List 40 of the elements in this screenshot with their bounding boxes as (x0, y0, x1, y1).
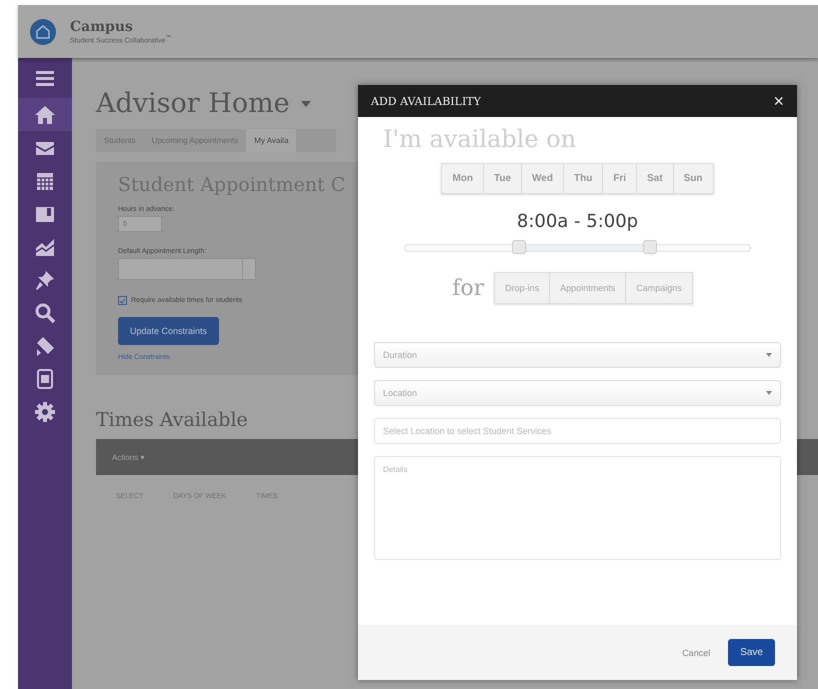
settings-icon (34, 400, 56, 422)
page-title: Advisor Home (96, 88, 290, 119)
type-toggle[interactable]: Campaigns (626, 273, 692, 303)
app-name: Campus (70, 18, 134, 35)
save-button[interactable]: Save (728, 639, 775, 666)
day-toggle[interactable]: Thu (564, 164, 604, 193)
day-toggle[interactable]: Fri (603, 164, 638, 193)
home-icon (34, 104, 56, 126)
cancel-button[interactable]: Cancel (676, 646, 716, 658)
duration-select[interactable]: Duration (374, 342, 781, 368)
type-toggle[interactable]: Drop-ins (495, 273, 550, 303)
day-toggle[interactable]: Sun (674, 164, 713, 193)
type-toggle[interactable]: Appointments (550, 273, 626, 303)
update-button[interactable]: Update Constraints (118, 317, 220, 345)
actions-menu[interactable]: Actions ▾ (106, 452, 150, 462)
slider-handle[interactable] (642, 240, 657, 254)
details-field[interactable]: Details (374, 456, 781, 560)
dropdown-caret-icon (766, 391, 772, 395)
logo-icon (30, 18, 56, 44)
dialog-title: ADD AVAILABILITY (371, 94, 481, 108)
time-range: 8:00a - 5:00p (516, 211, 638, 232)
for-label: for (452, 276, 484, 300)
pushpin-icon (34, 268, 56, 290)
slider-handle[interactable] (512, 240, 526, 254)
tab[interactable]: My Availa (246, 129, 296, 152)
document-icon (34, 368, 56, 390)
section-title: Times Available (96, 409, 248, 431)
close-button[interactable]: × (770, 92, 787, 110)
dropdown-caret-icon (766, 353, 772, 357)
caret-icon[interactable] (300, 100, 312, 108)
day-toggle[interactable]: Wed (522, 164, 564, 193)
sidebar-item[interactable] (18, 98, 72, 131)
services-field[interactable]: Select Location to select Student Services (374, 418, 781, 444)
day-toggle[interactable]: Sat (637, 164, 674, 193)
checkbox[interactable] (118, 296, 127, 305)
search-icon (34, 302, 56, 324)
tag-icon (34, 334, 56, 356)
day-toggle[interactable]: Tue (484, 164, 522, 193)
location-select[interactable]: Location (374, 380, 781, 406)
day-toggle[interactable]: Mon (442, 164, 484, 193)
